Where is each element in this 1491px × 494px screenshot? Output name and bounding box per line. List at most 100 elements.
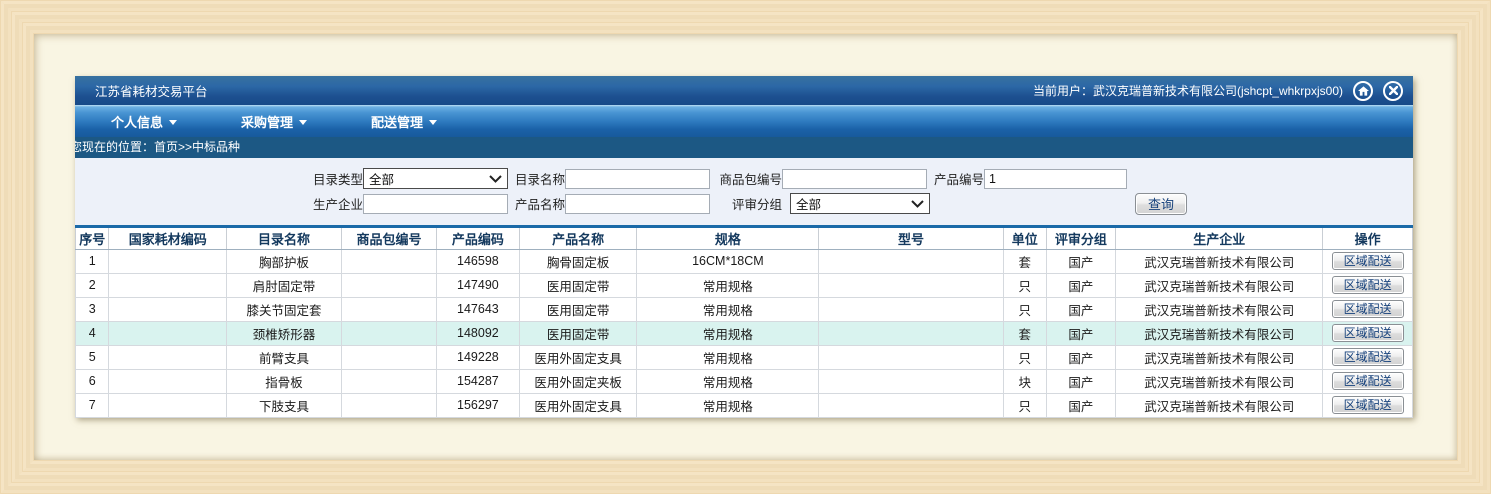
table-cell — [342, 345, 437, 369]
table-row: 6指骨板154287医用外固定夹板常用规格块国产武汉克瑞普新技术有限公司区域配送 — [76, 369, 1413, 393]
current-user-label: 当前用户：武汉克瑞普新技术有限公司(jshcpt_whkrpxjs00) — [1033, 82, 1343, 99]
catalog-type-value: 全部 — [369, 169, 394, 188]
table-cell: 常用规格 — [637, 345, 819, 369]
column-header-4: 产品编码 — [436, 228, 519, 249]
table-row: 2肩肘固定带147490医用固定带常用规格只国产武汉克瑞普新技术有限公司区域配送 — [76, 273, 1413, 297]
chevron-down-icon — [169, 120, 177, 125]
nav-item-procurement[interactable]: 采购管理 — [223, 105, 325, 137]
table-cell: 146598 — [436, 249, 519, 273]
table-cell — [109, 393, 227, 417]
package-code-input[interactable] — [782, 169, 927, 189]
frame-right — [1457, 0, 1491, 494]
column-header-2: 目录名称 — [227, 228, 342, 249]
package-code-label: 商品包编号 — [712, 169, 782, 188]
table-row: 3膝关节固定套147643医用固定带常用规格只国产武汉克瑞普新技术有限公司区域配… — [76, 297, 1413, 321]
column-header-5: 产品名称 — [519, 228, 637, 249]
table-cell: 武汉克瑞普新技术有限公司 — [1116, 273, 1323, 297]
catalog-type-select[interactable]: 全部 — [363, 168, 508, 189]
table-cell: 3 — [76, 297, 109, 321]
table-cell: 147490 — [436, 273, 519, 297]
table-cell: 武汉克瑞普新技术有限公司 — [1116, 249, 1323, 273]
frame-top — [0, 0, 1491, 34]
product-code-input[interactable] — [984, 169, 1127, 189]
region-delivery-button[interactable]: 区域配送 — [1332, 372, 1404, 390]
table-cell: 常用规格 — [637, 369, 819, 393]
region-delivery-button[interactable]: 区域配送 — [1332, 348, 1404, 366]
product-code-label: 产品编号 — [928, 169, 984, 188]
table-cell — [109, 345, 227, 369]
table-cell: 国产 — [1046, 321, 1116, 345]
browser-page: 江苏省耗材交易平台 当前用户：武汉克瑞普新技术有限公司(jshcpt_whkrp… — [75, 76, 1413, 417]
table-cell — [342, 273, 437, 297]
page-title: 江苏省耗材交易平台 — [95, 81, 208, 100]
nav-item-label: 个人信息 — [111, 112, 163, 131]
catalog-name-input[interactable] — [565, 169, 710, 189]
column-header-9: 评审分组 — [1046, 228, 1116, 249]
table-cell: 国产 — [1046, 273, 1116, 297]
product-name-input[interactable] — [565, 194, 710, 214]
column-header-7: 型号 — [819, 228, 1004, 249]
table-cell: 1 — [76, 249, 109, 273]
main-nav: 个人信息 采购管理 配送管理 — [75, 105, 1413, 137]
table-cell: 国产 — [1046, 249, 1116, 273]
table-cell — [819, 321, 1004, 345]
table-cell: 16CM*18CM — [637, 249, 819, 273]
catalog-type-label: 目录类型 — [75, 169, 363, 188]
column-header-6: 规格 — [637, 228, 819, 249]
search-form-row-1: 目录类型 全部 目录名称 商品包编号 产品编号 — [75, 168, 1413, 189]
region-delivery-button[interactable]: 区域配送 — [1332, 324, 1404, 342]
table-cell — [109, 369, 227, 393]
column-header-3: 商品包编号 — [342, 228, 437, 249]
table-cell — [819, 345, 1004, 369]
table-cell — [342, 249, 437, 273]
breadcrumb: 您现在的位置：首页>>中标品种 — [75, 137, 1413, 158]
frame-left — [0, 0, 34, 494]
table-cell: 胸部护板 — [227, 249, 342, 273]
table-cell: 6 — [76, 369, 109, 393]
table-cell: 肩肘固定带 — [227, 273, 342, 297]
chevron-down-icon — [911, 200, 924, 208]
query-button[interactable]: 查询 — [1135, 193, 1187, 215]
table-cell-action: 区域配送 — [1323, 393, 1413, 417]
region-delivery-button[interactable]: 区域配送 — [1332, 252, 1404, 270]
table-cell: 只 — [1003, 345, 1046, 369]
catalog-name-label: 目录名称 — [510, 169, 565, 188]
table-cell: 国产 — [1046, 369, 1116, 393]
table-header-row: 序号国家耗材编码目录名称商品包编号产品编码产品名称规格型号单位评审分组生产企业操… — [76, 228, 1413, 249]
product-name-label: 产品名称 — [510, 194, 565, 213]
column-header-8: 单位 — [1003, 228, 1046, 249]
table-row: 4颈椎矫形器148092医用固定带常用规格套国产武汉克瑞普新技术有限公司区域配送 — [76, 321, 1413, 345]
search-form-row-2: 生产企业 产品名称 评审分组 全部 查询 — [75, 193, 1413, 214]
table-cell: 医用固定带 — [519, 273, 637, 297]
table-cell: 国产 — [1046, 297, 1116, 321]
column-header-0: 序号 — [76, 228, 109, 249]
region-delivery-button[interactable]: 区域配送 — [1332, 300, 1404, 318]
region-delivery-button[interactable]: 区域配送 — [1332, 276, 1404, 294]
table-row: 1胸部护板146598胸骨固定板16CM*18CM套国产武汉克瑞普新技术有限公司… — [76, 249, 1413, 273]
results-table-wrap: 序号国家耗材编码目录名称商品包编号产品编码产品名称规格型号单位评审分组生产企业操… — [75, 225, 1413, 418]
table-cell: 医用外固定夹板 — [519, 369, 637, 393]
region-delivery-button[interactable]: 区域配送 — [1332, 396, 1404, 414]
home-icon[interactable] — [1353, 81, 1373, 101]
table-cell: 块 — [1003, 369, 1046, 393]
table-cell — [342, 369, 437, 393]
table-cell — [109, 249, 227, 273]
close-icon[interactable] — [1383, 81, 1403, 101]
chevron-down-icon — [299, 120, 307, 125]
nav-item-personal-info[interactable]: 个人信息 — [93, 105, 195, 137]
table-cell — [819, 249, 1004, 273]
table-cell: 4 — [76, 321, 109, 345]
chevron-down-icon — [489, 175, 502, 183]
manufacturer-input[interactable] — [363, 194, 508, 214]
table-cell: 只 — [1003, 273, 1046, 297]
table-cell: 武汉克瑞普新技术有限公司 — [1116, 369, 1323, 393]
top-bar: 江苏省耗材交易平台 当前用户：武汉克瑞普新技术有限公司(jshcpt_whkrp… — [75, 76, 1413, 105]
table-cell: 常用规格 — [637, 321, 819, 345]
table-row: 7下肢支具156297医用外固定支具常用规格只国产武汉克瑞普新技术有限公司区域配… — [76, 393, 1413, 417]
table-cell — [109, 273, 227, 297]
nav-item-delivery[interactable]: 配送管理 — [353, 105, 455, 137]
column-header-10: 生产企业 — [1116, 228, 1323, 249]
review-group-label: 评审分组 — [712, 194, 782, 213]
review-group-select[interactable]: 全部 — [790, 193, 930, 214]
table-cell: 前臂支具 — [227, 345, 342, 369]
